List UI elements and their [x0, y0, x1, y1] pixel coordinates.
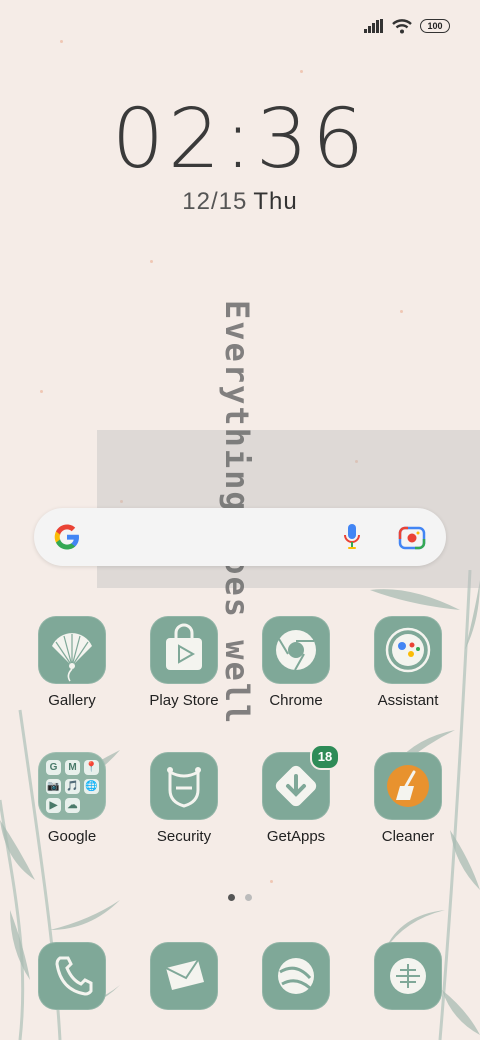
- folder-app-google-icon: G: [46, 760, 61, 775]
- clock-date[interactable]: 12/15 Thu: [0, 188, 480, 216]
- app-label: GetApps: [266, 828, 326, 845]
- dock-camera[interactable]: [352, 942, 464, 1010]
- mic-icon[interactable]: [342, 523, 362, 551]
- app-label: Cleaner: [381, 828, 435, 845]
- google-search-bar[interactable]: [34, 508, 446, 566]
- folder-app-music-icon: 🎵: [65, 779, 80, 794]
- app-label: Play Store: [149, 692, 219, 709]
- browser-icon: [262, 942, 330, 1010]
- app-label: Chrome: [269, 692, 323, 709]
- app-getapps[interactable]: 18 GetApps: [240, 744, 352, 845]
- page-dot: [245, 894, 252, 901]
- app-label: Assistant: [377, 692, 439, 709]
- app-label: Gallery: [48, 692, 96, 709]
- clock-time[interactable]: 02:36: [0, 92, 480, 187]
- camera-icon: [374, 942, 442, 1010]
- dock-browser[interactable]: [240, 942, 352, 1010]
- folder-app-drive-icon: ☁: [65, 798, 80, 813]
- app-play-store[interactable]: Play Store: [128, 616, 240, 709]
- wifi-icon: [392, 19, 412, 34]
- folder-app-video-icon: ▶: [46, 798, 61, 813]
- wallpaper-speck: [400, 310, 403, 313]
- assistant-icon: [374, 616, 442, 684]
- app-folder-google[interactable]: G M 📍 📷 🎵 🌐 ▶ ☁ Google: [16, 752, 128, 845]
- dock-messages[interactable]: [128, 942, 240, 1010]
- fan-icon: [38, 616, 106, 684]
- folder-icon: G M 📍 📷 🎵 🌐 ▶ ☁: [38, 752, 106, 820]
- dock-phone[interactable]: [16, 942, 128, 1010]
- page-indicator[interactable]: [0, 894, 480, 901]
- wallpaper-speck: [60, 40, 63, 43]
- wallpaper-speck: [300, 70, 303, 73]
- app-cleaner[interactable]: Cleaner: [352, 752, 464, 845]
- lens-camera-icon[interactable]: [398, 524, 426, 550]
- folder-app-maps-icon: 📍: [84, 760, 99, 775]
- shield-icon: [150, 752, 218, 820]
- notification-badge: 18: [310, 744, 340, 770]
- date-text: 12/15: [182, 188, 248, 215]
- weekday-text: Thu: [253, 188, 298, 215]
- folder-app-gmail-icon: M: [65, 760, 80, 775]
- google-g-icon: [54, 524, 79, 550]
- folder-app-web-icon: 🌐: [84, 779, 99, 794]
- app-gallery[interactable]: Gallery: [16, 616, 128, 709]
- wallpaper-speck: [150, 260, 153, 263]
- app-label: Google: [47, 828, 97, 845]
- app-assistant[interactable]: Assistant: [352, 616, 464, 709]
- app-security[interactable]: Security: [128, 752, 240, 845]
- wallpaper-speck: [40, 390, 43, 393]
- signal-icon: [364, 19, 383, 33]
- broom-icon: [374, 752, 442, 820]
- status-bar: 100: [364, 18, 450, 34]
- folder-app-empty-icon: [84, 798, 99, 813]
- folder-app-photos-icon: 📷: [46, 779, 61, 794]
- messages-icon: [150, 942, 218, 1010]
- wallpaper-speck: [270, 880, 273, 883]
- page-dot-active: [228, 894, 235, 901]
- battery-icon: 100: [420, 19, 450, 33]
- folder-preview-grid: G M 📍 📷 🎵 🌐 ▶ ☁: [46, 760, 99, 813]
- chrome-icon: [262, 616, 330, 684]
- app-chrome[interactable]: Chrome: [240, 616, 352, 709]
- app-label: Security: [156, 828, 212, 845]
- play-store-bag-icon: [150, 616, 218, 684]
- phone-icon: [38, 942, 106, 1010]
